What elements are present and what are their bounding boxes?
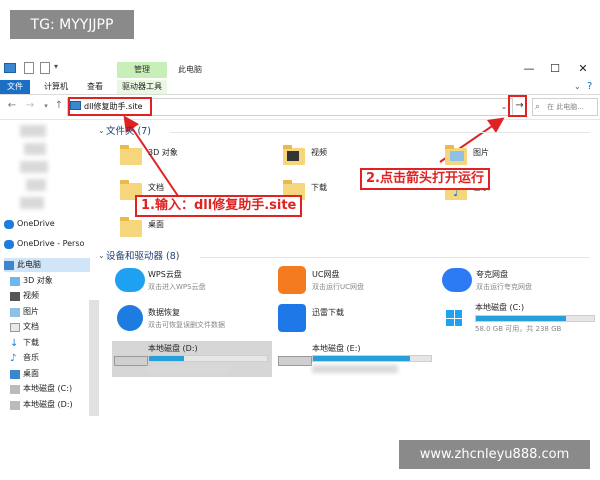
picture-icon [450, 151, 464, 161]
computer-icon [4, 260, 14, 270]
folders-header[interactable]: 文件夹 (7) [106, 125, 151, 139]
sidebar-item-downloads[interactable]: ↓ 下载 [10, 336, 39, 350]
windows-drive-icon [446, 310, 462, 326]
sidebar-item-music[interactable]: ♪ 音乐 [10, 351, 39, 365]
quark-cloud-icon [442, 268, 472, 292]
uc-cloud-icon [278, 266, 306, 294]
device-item-uc-cloud[interactable]: UC网盘 双击运行UC网盘 [276, 266, 436, 296]
folder-item-3d-objects[interactable]: 3D 对象 [120, 145, 230, 169]
drive-icon [10, 384, 20, 394]
sidebar-item-drive-d[interactable]: 本地磁盘 (D:) [10, 398, 73, 412]
cube-icon [10, 276, 20, 286]
film-icon [287, 151, 299, 161]
folder-item-pictures[interactable]: 图片 [445, 145, 555, 169]
drive-c-usage-bar [475, 315, 595, 322]
data-recovery-icon [117, 305, 143, 331]
cloud-icon [4, 219, 14, 229]
wps-cloud-icon [115, 268, 145, 292]
section-divider [170, 132, 590, 133]
blurred-text [148, 365, 228, 373]
folder-icon [120, 217, 142, 237]
device-item-drive-e[interactable]: 本地磁盘 (E:) [276, 341, 436, 377]
document-icon [10, 322, 20, 332]
cloud-icon [4, 239, 14, 249]
sidebar-item-drive-c[interactable]: 本地磁盘 (C:) [10, 382, 72, 396]
annotation-step-1: 1.输入：dll修复助手.site [135, 195, 303, 217]
blurred-item [26, 179, 46, 191]
device-item-drive-d[interactable]: 本地磁盘 (D:) [112, 341, 272, 377]
picture-icon [10, 307, 20, 317]
drive-e-usage-bar [312, 355, 432, 362]
device-item-quark-cloud[interactable]: 夸克网盘 双击运行夸克网盘 [440, 266, 600, 296]
sidebar-item-pictures[interactable]: 图片 [10, 305, 39, 319]
download-icon: ↓ [10, 337, 19, 349]
folder-icon [120, 145, 142, 165]
device-item-xunlei[interactable]: 迅雷下载 [276, 304, 436, 334]
desktop-icon [10, 369, 20, 379]
blurred-text [312, 365, 398, 373]
sidebar-item-documents[interactable]: 文档 [10, 320, 39, 334]
sidebar-item-videos[interactable]: 视频 [10, 289, 39, 303]
drive-d-usage-bar [148, 355, 268, 362]
section-divider [200, 257, 590, 258]
sidebar-item-this-pc[interactable]: 此电脑 [4, 258, 90, 272]
sidebar-item-onedrive[interactable]: OneDrive [4, 217, 55, 231]
blurred-item [24, 143, 46, 155]
sidebar-scrollbar[interactable] [89, 300, 99, 416]
hard-drive-icon [278, 356, 312, 366]
xunlei-icon [278, 304, 306, 332]
device-item-drive-c[interactable]: 本地磁盘 (C:) 58.0 GB 可用，共 238 GB [440, 302, 600, 336]
hard-drive-icon [114, 356, 148, 366]
collapse-devices-icon[interactable]: ⌄ [98, 251, 105, 260]
folder-item-videos[interactable]: 视频 [283, 145, 393, 169]
blurred-item [20, 197, 44, 209]
blurred-item [20, 161, 48, 173]
collapse-folders-icon[interactable]: ⌄ [98, 126, 105, 135]
sidebar-item-desktop[interactable]: 桌面 [10, 367, 39, 381]
music-icon: ♪ [10, 352, 17, 364]
drive-icon [10, 400, 20, 410]
annotation-step-2: 2.点击箭头打开运行 [360, 168, 490, 190]
device-item-data-recovery[interactable]: 数据恢复 双击可恢复误删文件数据 [112, 304, 272, 334]
devices-header[interactable]: 设备和驱动器 (8) [106, 250, 179, 264]
video-icon [10, 291, 20, 301]
device-item-wps-cloud[interactable]: WPS云盘 双击进入WPS云盘 [112, 266, 272, 296]
sidebar-item-3d-objects[interactable]: 3D 对象 [10, 274, 53, 288]
blurred-item [20, 125, 46, 137]
sidebar-item-onedrive-personal[interactable]: OneDrive - Perso [4, 237, 84, 251]
folder-item-desktop[interactable]: 桌面 [120, 217, 230, 241]
